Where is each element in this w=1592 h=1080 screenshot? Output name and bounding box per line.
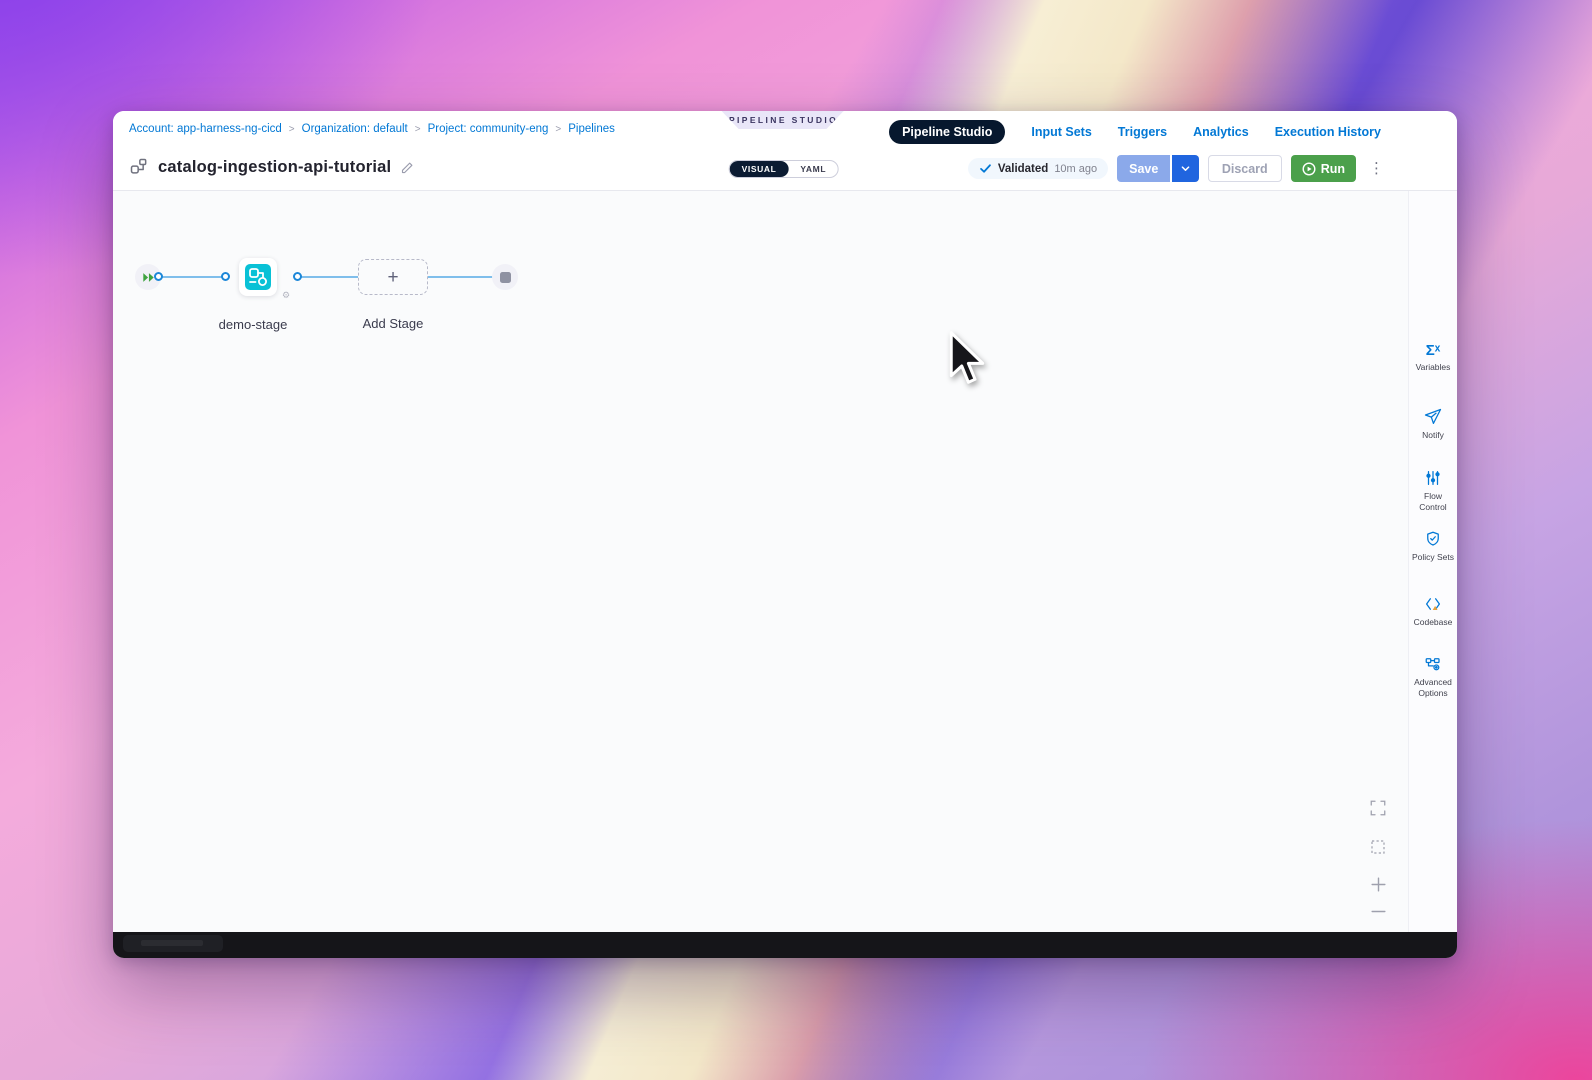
tab-triggers[interactable]: Triggers <box>1118 125 1167 139</box>
stop-icon <box>500 272 511 283</box>
discard-button[interactable]: Discard <box>1208 155 1282 182</box>
breadcrumb-separator: > <box>289 124 295 135</box>
toolbar-label: Advanced Options <box>1409 677 1457 699</box>
toolbar-flow-control[interactable]: Flow Control <box>1409 469 1457 513</box>
breadcrumb-account-link[interactable]: Account: app-harness-ng-cicd <box>129 123 282 135</box>
codebase-warning-icon <box>1424 595 1442 613</box>
toolbar-label: Policy Sets <box>1410 552 1456 563</box>
chevron-down-icon <box>1180 163 1191 174</box>
minus-icon <box>1369 902 1388 921</box>
pipeline-studio-badge: PIPELINE STUDIO <box>722 111 844 129</box>
dashed-square-icon <box>1369 838 1387 856</box>
window-header: Account: app-harness-ng-cicd > Organizat… <box>113 111 1457 191</box>
shield-check-icon <box>1424 530 1442 548</box>
right-toolbar: Σˣ Variables Notify Flow Control <box>1408 191 1457 932</box>
zoom-in-button[interactable] <box>1365 871 1391 897</box>
edge-dot <box>154 272 163 281</box>
top-navigation: Pipeline Studio Input Sets Triggers Anal… <box>889 120 1381 144</box>
pipeline-studio-window: Account: app-harness-ng-cicd > Organizat… <box>113 111 1457 958</box>
paper-plane-icon <box>1424 408 1442 426</box>
breadcrumb: Account: app-harness-ng-cicd > Organizat… <box>129 123 615 135</box>
edge-dot <box>293 272 302 281</box>
save-dropdown-button[interactable] <box>1172 155 1199 182</box>
add-stage-label[interactable]: Add Stage <box>333 316 453 331</box>
toggle-visual[interactable]: VISUAL <box>730 161 789 177</box>
breadcrumb-pipelines-link[interactable]: Pipelines <box>568 123 615 135</box>
run-play-icon <box>1302 162 1316 176</box>
edit-pencil-icon[interactable] <box>400 160 415 175</box>
desktop-wallpaper: Account: app-harness-ng-cicd > Organizat… <box>0 0 1592 1080</box>
toolbar-label: Flow Control <box>1409 491 1457 513</box>
page-title: catalog-ingestion-api-tutorial <box>158 158 391 177</box>
edge-start-to-stage <box>158 276 225 278</box>
more-options-icon[interactable]: ⋮ <box>1365 159 1388 178</box>
fit-view-button[interactable] <box>1365 795 1391 821</box>
toolbar-label: Codebase <box>1412 617 1455 628</box>
save-button[interactable]: Save <box>1117 155 1170 182</box>
sigma-variables-icon: Σˣ <box>1426 343 1441 358</box>
check-icon <box>979 162 992 175</box>
run-button[interactable]: Run <box>1291 155 1356 182</box>
stage-gear-icon: ⚙ <box>282 290 290 301</box>
validation-label: Validated <box>998 163 1049 175</box>
tab-input-sets[interactable]: Input Sets <box>1031 125 1091 139</box>
view-toggle: VISUAL YAML <box>729 160 839 178</box>
sliders-icon <box>1424 469 1442 487</box>
toolbar-notify[interactable]: Notify <box>1409 408 1457 441</box>
plus-icon <box>1369 875 1388 894</box>
pipeline-title-group: catalog-ingestion-api-tutorial <box>129 157 415 177</box>
stage-node-demo-stage[interactable] <box>239 258 277 296</box>
toolbar-label: Variables <box>1414 362 1453 373</box>
fullscreen-icon <box>1369 799 1387 817</box>
toolbar-label: Notify <box>1420 430 1446 441</box>
pipeline-icon <box>129 157 149 177</box>
flowchart-gear-icon <box>1424 655 1442 673</box>
plus-icon: + <box>387 268 398 287</box>
toolbar-advanced-options[interactable]: Advanced Options <box>1409 655 1457 699</box>
header-actions: Validated 10m ago Save Discard <box>968 155 1388 182</box>
save-split-button: Save <box>1117 155 1199 182</box>
toolbar-policy-sets[interactable]: Policy Sets <box>1409 530 1457 563</box>
toolbar-variables[interactable]: Σˣ Variables <box>1409 343 1457 373</box>
dock-noise <box>141 940 203 946</box>
breadcrumb-organization-link[interactable]: Organization: default <box>302 123 408 135</box>
tab-execution-history[interactable]: Execution History <box>1275 125 1381 139</box>
pipeline-end-node[interactable] <box>492 264 518 290</box>
breadcrumb-separator: > <box>555 124 561 135</box>
edge-dot <box>221 272 230 281</box>
breadcrumb-project-link[interactable]: Project: community-eng <box>428 123 549 135</box>
start-play-icon <box>142 272 155 283</box>
breadcrumb-separator: > <box>415 124 421 135</box>
toolbar-codebase[interactable]: Codebase <box>1409 595 1457 628</box>
bottom-dock-strip <box>113 932 1457 958</box>
stage-label[interactable]: demo-stage <box>193 317 313 332</box>
pipeline-canvas[interactable]: ⚙ + demo-stage Add Stage <box>113 191 1457 932</box>
tab-pipeline-studio[interactable]: Pipeline Studio <box>889 120 1005 144</box>
add-stage-node[interactable]: + <box>358 259 428 295</box>
reset-view-button[interactable] <box>1365 834 1391 860</box>
zoom-out-button[interactable] <box>1365 898 1391 924</box>
custom-stage-icon <box>244 263 272 291</box>
validation-status: Validated 10m ago <box>968 158 1108 179</box>
toggle-yaml[interactable]: YAML <box>788 161 838 177</box>
run-label: Run <box>1321 162 1345 176</box>
tab-analytics[interactable]: Analytics <box>1193 125 1249 139</box>
validation-time: 10m ago <box>1054 163 1097 175</box>
